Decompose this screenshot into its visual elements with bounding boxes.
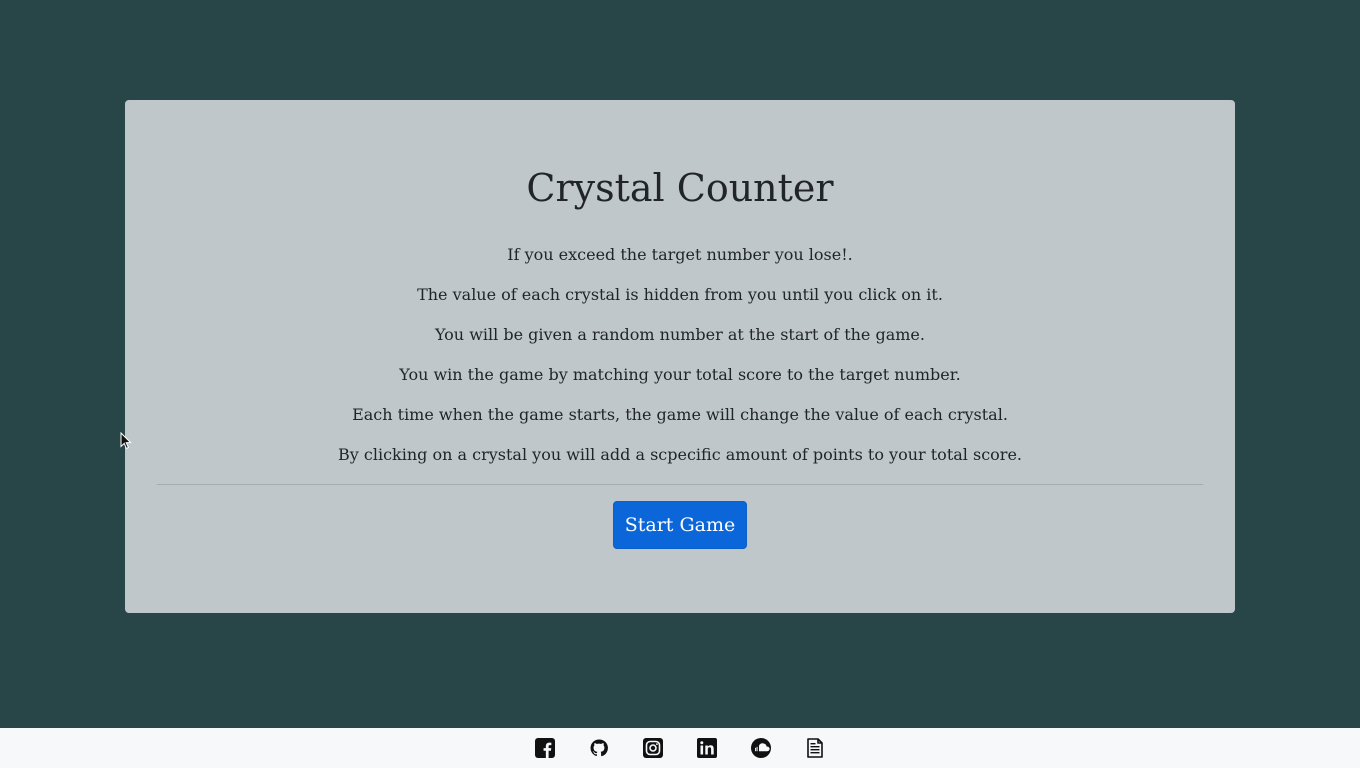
page: Crystal Counter If you exceed the target…: [0, 0, 1360, 768]
soundcloud-link[interactable]: [751, 738, 771, 758]
resume-document-icon: [807, 738, 823, 758]
github-link[interactable]: [589, 738, 609, 758]
rule-text: The value of each crystal is hidden from…: [417, 285, 943, 304]
divider: [157, 484, 1203, 485]
start-game-button[interactable]: Start Game: [613, 501, 747, 549]
instagram-icon: [643, 738, 663, 758]
rule-text: If you exceed the target number you lose…: [507, 245, 853, 264]
rule-text: You will be given a random number at the…: [435, 325, 925, 344]
mouse-cursor-icon: [120, 432, 132, 450]
game-card: Crystal Counter If you exceed the target…: [125, 100, 1235, 613]
resume-link[interactable]: [805, 738, 825, 758]
linkedin-icon: [697, 738, 717, 758]
rule-text: Each time when the game starts, the game…: [352, 405, 1008, 424]
facebook-icon: [535, 738, 555, 758]
rule-text: By clicking on a crystal you will add a …: [337, 445, 1022, 464]
page-title: Crystal Counter: [526, 166, 834, 210]
github-icon: [590, 739, 608, 757]
soundcloud-icon: [751, 738, 771, 758]
footer: [0, 728, 1360, 768]
linkedin-link[interactable]: [697, 738, 717, 758]
social-links: [0, 728, 1360, 768]
facebook-link[interactable]: [535, 738, 555, 758]
rules-list: If you exceed the target number you lose…: [125, 243, 1235, 483]
instagram-link[interactable]: [643, 738, 663, 758]
rule-text: You win the game by matching your total …: [399, 365, 961, 384]
